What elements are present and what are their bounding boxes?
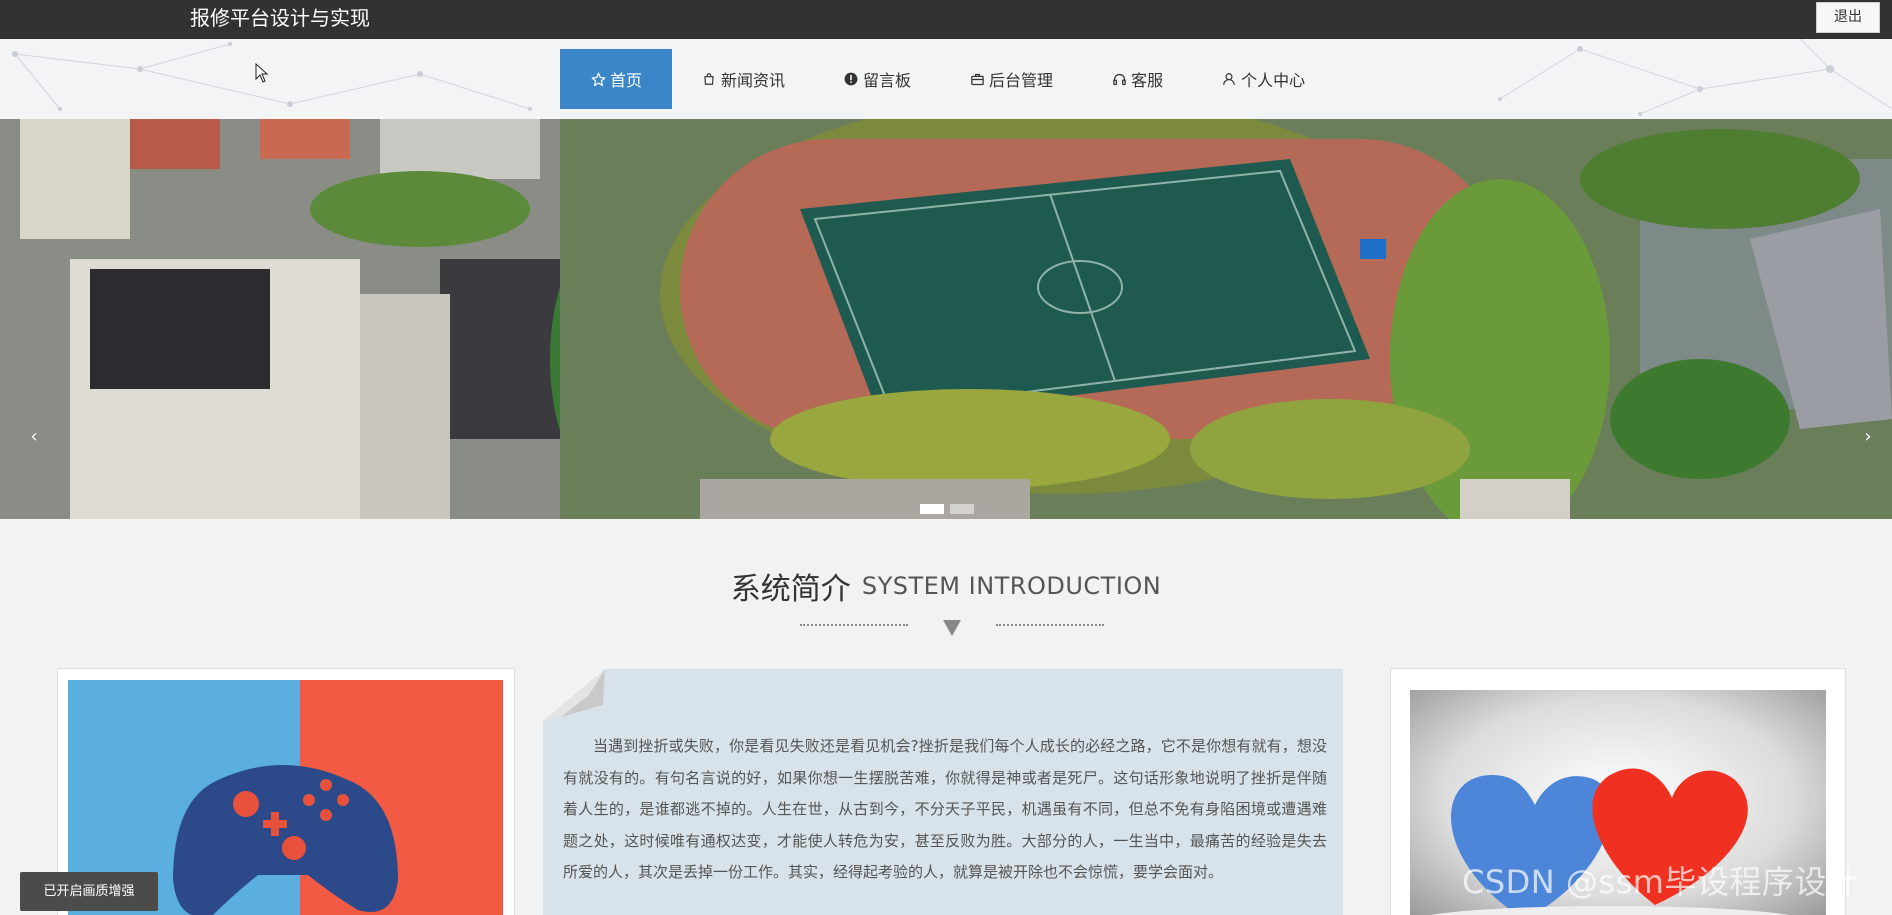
carousel-dot[interactable] xyxy=(950,504,974,514)
site-title: 报修平台设计与实现 xyxy=(190,6,370,30)
nav-item-label: 个人中心 xyxy=(1241,71,1306,90)
intro-text-card: 当遇到挫折或失败，你是看见失败还是看见机会?挫折是我们每个人成长的必经之路，它不… xyxy=(543,669,1343,915)
banner-image xyxy=(0,119,1892,519)
main-nav: 首页 新闻资讯 留言板 后台管理 客服 个人中心 xyxy=(560,49,1334,109)
nav-item-profile[interactable]: 个人中心 xyxy=(1192,49,1334,109)
chevron-right-icon: › xyxy=(1864,426,1872,447)
nav-item-admin[interactable]: 后台管理 xyxy=(940,49,1082,109)
nav-bar: 首页 新闻资讯 留言板 后台管理 客服 个人中心 xyxy=(0,39,1892,119)
alert-circle-icon xyxy=(843,71,859,87)
page-curl-decoration xyxy=(543,669,605,721)
bag-icon xyxy=(701,71,717,87)
section-title: 系统简介 SYSTEM INTRODUCTION xyxy=(0,564,1892,608)
section-title-cn: 系统简介 xyxy=(730,572,851,607)
nav-item-label: 新闻资讯 xyxy=(721,71,786,90)
dotted-line xyxy=(800,624,908,628)
top-bar: 报修平台设计与实现 退出 xyxy=(0,0,1892,39)
down-triangle-icon xyxy=(943,620,961,636)
user-icon xyxy=(1221,71,1237,87)
intro-paragraph: 当遇到挫折或失败，你是看见失败还是看见机会?挫折是我们每个人成长的必经之路，它不… xyxy=(563,737,1327,881)
carousel-indicators xyxy=(920,504,974,514)
dotted-line xyxy=(996,624,1104,628)
watermark: CSDN @ssm毕设程序设计 xyxy=(1462,863,1860,901)
section-title-en: SYSTEM INTRODUCTION xyxy=(861,572,1162,600)
logout-button[interactable]: 退出 xyxy=(1816,2,1880,33)
mouse-cursor-icon xyxy=(255,63,269,83)
banner-carousel[interactable]: ‹ › xyxy=(0,119,1892,519)
nav-item-label: 留言板 xyxy=(863,71,912,90)
section-divider xyxy=(0,614,1892,638)
nav-item-message-board[interactable]: 留言板 xyxy=(814,49,940,109)
headset-icon xyxy=(1111,71,1127,87)
briefcase-icon xyxy=(969,71,985,87)
nav-item-news[interactable]: 新闻资讯 xyxy=(672,49,814,109)
carousel-prev-button[interactable]: ‹ xyxy=(24,425,44,449)
carousel-next-button[interactable]: › xyxy=(1858,425,1878,449)
nav-item-customer-service[interactable]: 客服 xyxy=(1082,49,1192,109)
star-icon xyxy=(590,71,606,87)
enhance-badge[interactable]: 已开启画质增强 xyxy=(20,872,158,911)
nav-item-label: 客服 xyxy=(1131,71,1164,90)
nav-item-home[interactable]: 首页 xyxy=(560,49,673,109)
nav-item-label: 后台管理 xyxy=(989,71,1054,90)
nav-item-label: 首页 xyxy=(610,71,643,90)
chevron-left-icon: ‹ xyxy=(30,426,38,447)
carousel-dot[interactable] xyxy=(920,504,944,514)
